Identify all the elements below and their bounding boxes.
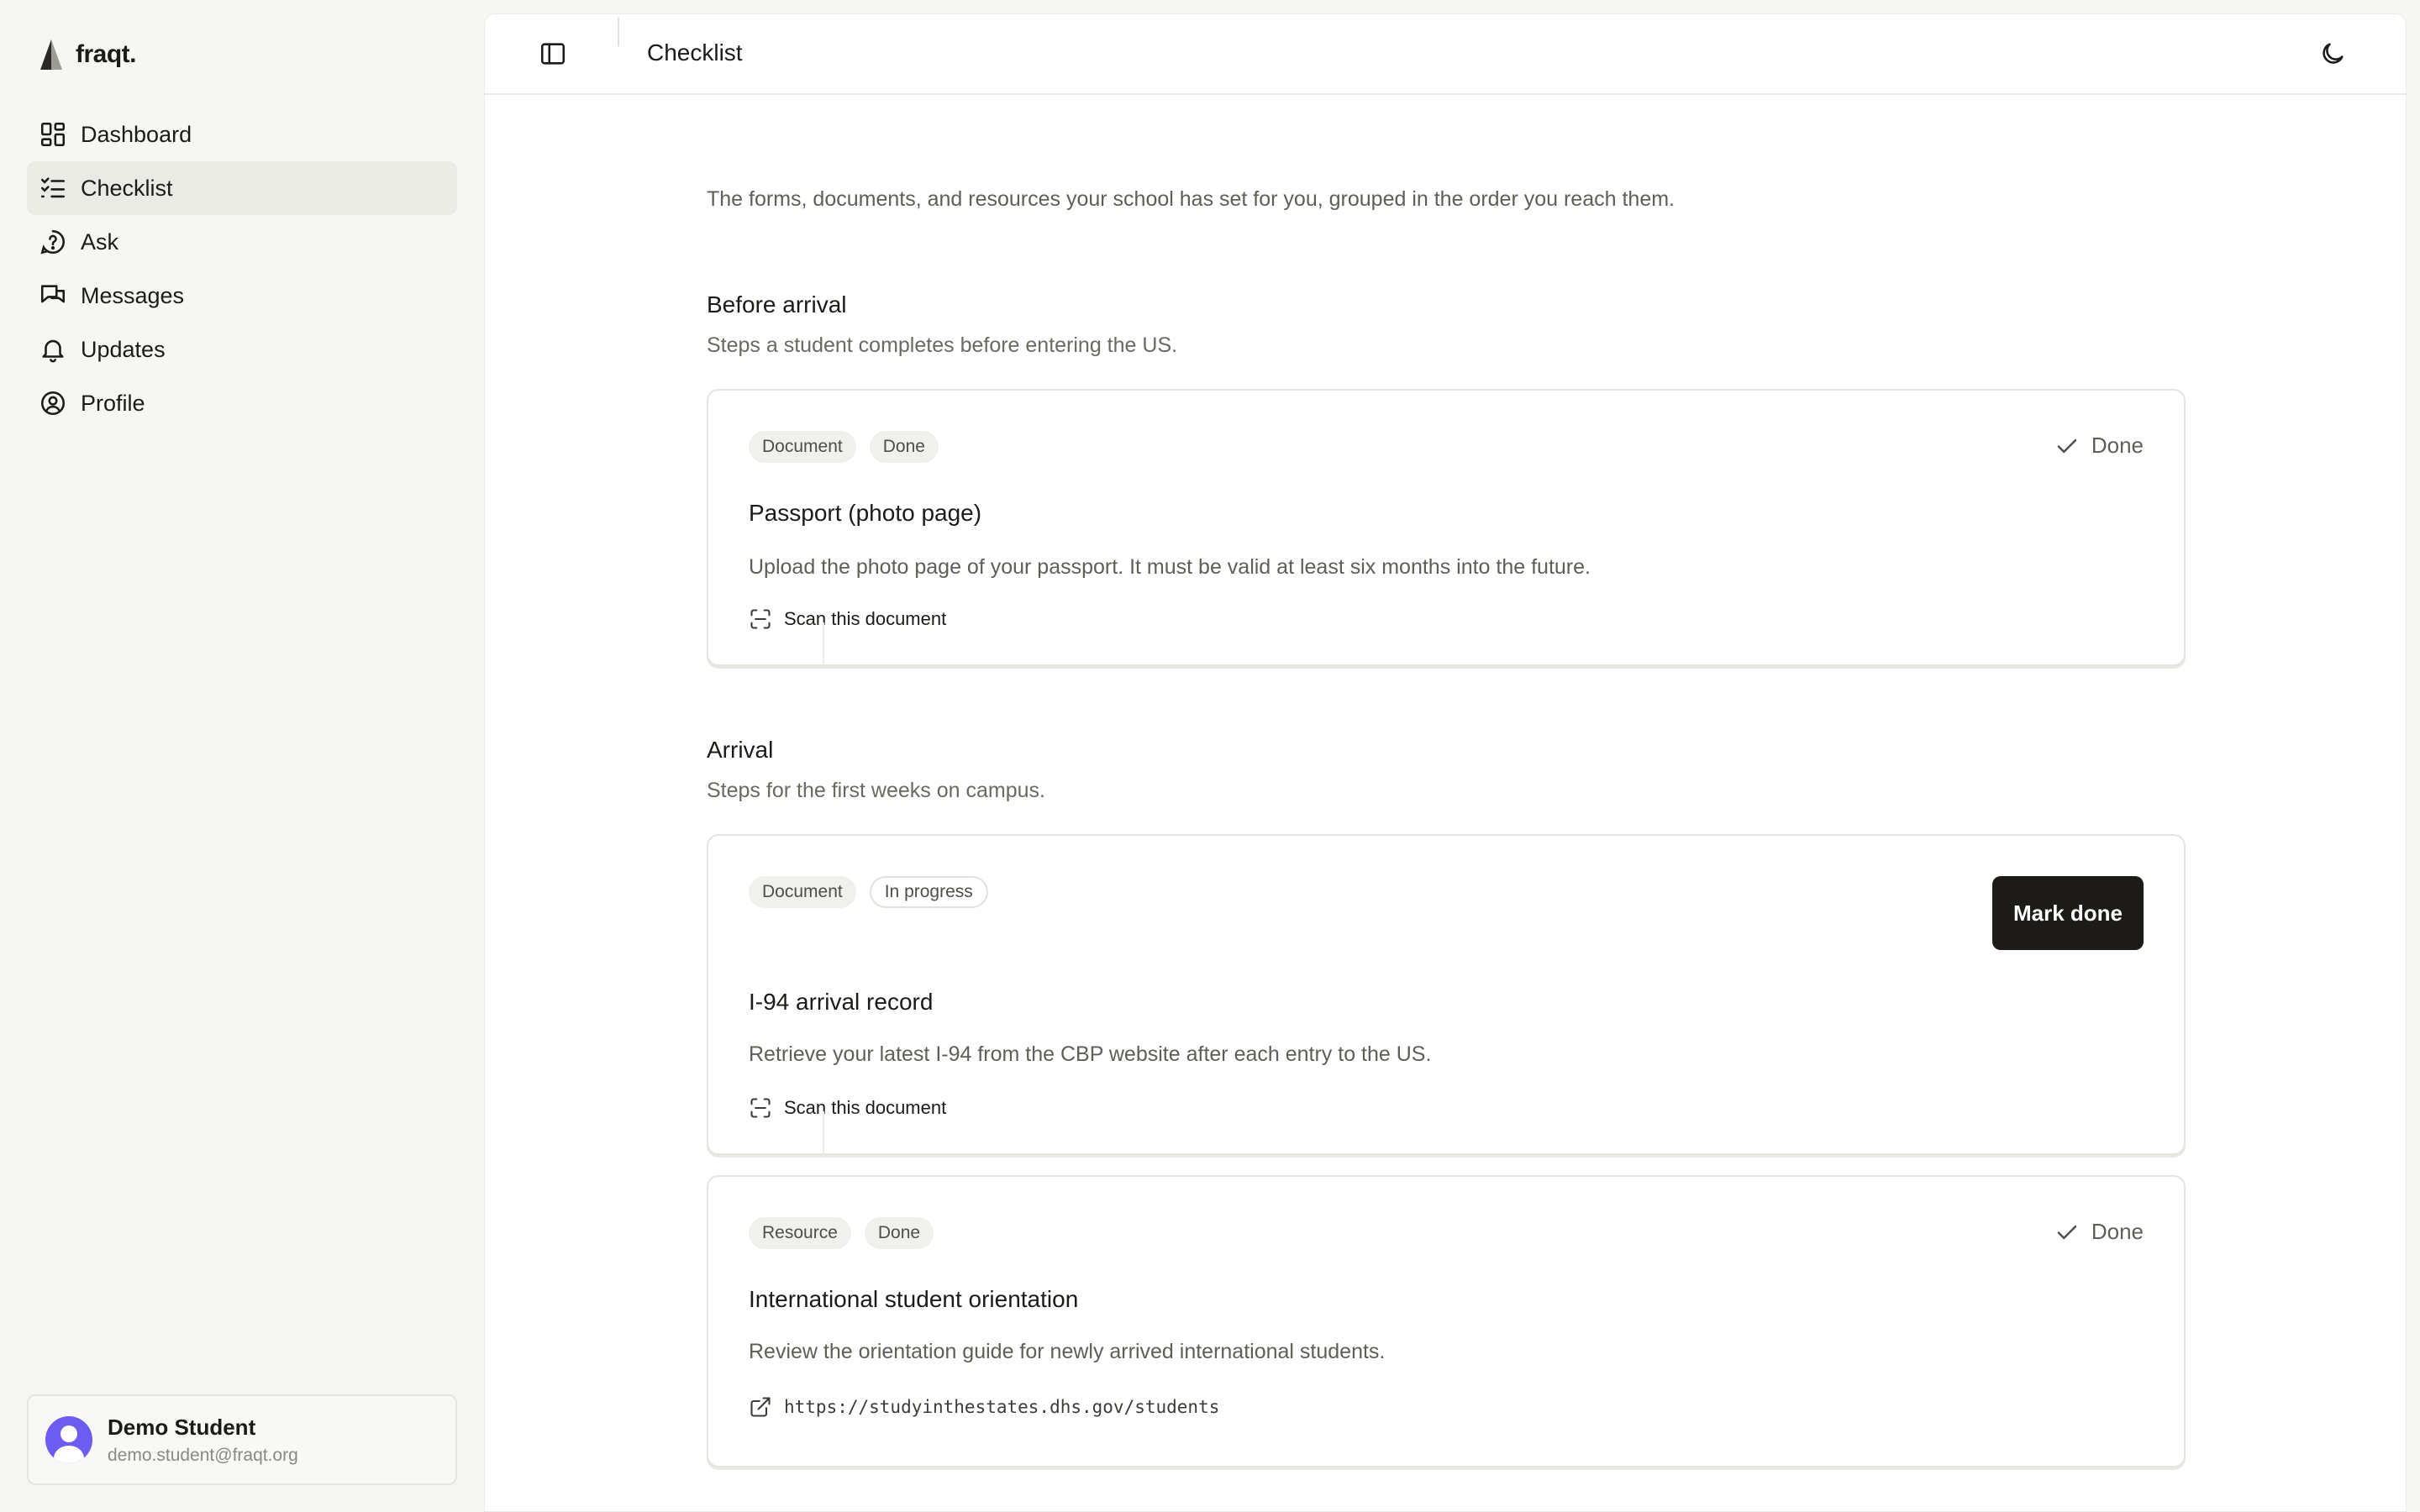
card-chips: Document Done (749, 431, 939, 463)
user-circle-icon (40, 391, 66, 416)
sidebar-toggle-icon[interactable] (539, 39, 567, 68)
checklist-card-i94: Document In progress Mark done I-94 arri… (707, 834, 2186, 1155)
resource-link-url: https://studyinthestates.dhs.gov/student… (784, 1397, 1220, 1417)
resource-link[interactable]: https://studyinthestates.dhs.gov/student… (749, 1395, 1219, 1419)
logo-text: fraqt. (76, 40, 137, 68)
dashboard-icon (40, 122, 66, 147)
sidebar-item-messages[interactable]: Messages (27, 269, 457, 323)
card-description: Upload the photo page of your passport. … (749, 555, 1591, 579)
external-link-icon (750, 1397, 771, 1417)
divider (823, 622, 824, 664)
logo-icon (40, 39, 62, 70)
scan-icon (750, 609, 771, 629)
checklist-card-passport: Document Done Done Passport (photo page)… (707, 389, 2186, 666)
type-chip: Resource (749, 1217, 851, 1249)
sidebar-item-updates[interactable]: Updates (27, 323, 457, 376)
main-panel: Checklist The forms, documents, and reso… (484, 13, 2407, 1512)
avatar (45, 1416, 92, 1463)
checklist-icon (40, 177, 66, 198)
section-title: Before arrival (707, 291, 847, 318)
card-title: I-94 arrival record (749, 989, 934, 1015)
scan-document-label: Scan this document (784, 1097, 947, 1118)
done-label: Done (2091, 1219, 2144, 1244)
sidebar-item-checklist[interactable]: Checklist (27, 161, 457, 215)
status-chip: Done (864, 1217, 934, 1249)
help-circle-icon (40, 229, 65, 255)
checklist-card-orientation: Resource Done Done International student… (707, 1175, 2186, 1467)
mark-done-button[interactable]: Mark done (1992, 876, 2144, 950)
sidebar-item-dashboard[interactable]: Dashboard (27, 108, 457, 161)
card-description: Review the orientation guide for newly a… (749, 1340, 1386, 1363)
scan-document-button[interactable]: Scan this document (749, 1096, 946, 1120)
type-chip: Document (749, 431, 856, 463)
status-chip: In progress (869, 876, 988, 908)
check-icon (2057, 1225, 2077, 1239)
logo[interactable]: fraqt. (37, 37, 137, 72)
scan-icon (750, 1098, 771, 1118)
done-status: Done (2054, 433, 2144, 459)
page-title: Checklist (647, 39, 743, 66)
topbar: Checklist (485, 14, 2406, 95)
done-label: Done (2091, 433, 2144, 458)
card-title: International student orientation (749, 1286, 1079, 1312)
divider (823, 1111, 824, 1153)
sidebar: fraqt. Dashboard Checklist Ask Messages … (0, 0, 484, 1512)
sidebar-item-label: Messages (81, 282, 185, 308)
messages-icon (40, 285, 66, 303)
type-chip: Document (749, 876, 856, 908)
sidebar-item-label: Checklist (81, 175, 173, 201)
sidebar-item-label: Profile (81, 390, 145, 416)
status-chip: Done (869, 431, 939, 463)
sidebar-item-profile[interactable]: Profile (27, 376, 457, 430)
page-intro: The forms, documents, and resources your… (707, 187, 1675, 211)
card-title: Passport (photo page) (749, 500, 982, 526)
done-status: Done (2054, 1219, 2144, 1245)
user-email: demo.student@fraqt.org (108, 1445, 298, 1465)
card-description: Retrieve your latest I-94 from the CBP w… (749, 1042, 1432, 1066)
card-chips: Resource Done (749, 1217, 934, 1249)
user-name: Demo Student (108, 1414, 256, 1440)
sidebar-item-label: Dashboard (81, 121, 192, 147)
sidebar-item-label: Updates (81, 336, 166, 362)
sidebar-item-label: Ask (81, 228, 119, 255)
section-subtitle: Steps for the first weeks on campus. (707, 779, 1045, 802)
user-card[interactable]: Demo Student demo.student@fraqt.org (27, 1394, 457, 1485)
user-info: Demo Student demo.student@fraqt.org (108, 1415, 298, 1466)
topbar-divider (618, 18, 619, 46)
section-subtitle: Steps a student completes before enterin… (707, 333, 1178, 357)
section-title: Arrival (707, 737, 774, 763)
card-chips: Document In progress (749, 876, 988, 908)
sidebar-nav: Dashboard Checklist Ask Messages Updates (27, 108, 457, 430)
moon-icon[interactable] (2318, 39, 2347, 68)
scan-document-label: Scan this document (784, 608, 947, 629)
bell-icon (42, 339, 64, 363)
scan-document-button[interactable]: Scan this document (749, 607, 946, 631)
sidebar-item-ask[interactable]: Ask (27, 215, 457, 269)
check-icon (2057, 438, 2077, 453)
